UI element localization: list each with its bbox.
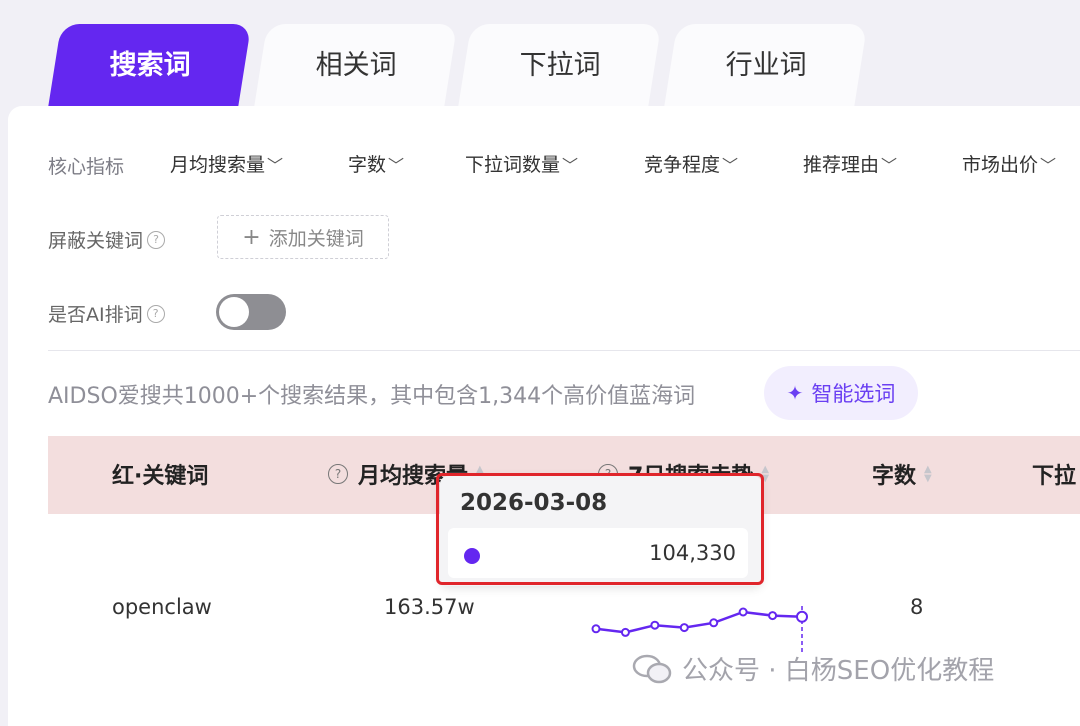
tab-label: 搜索词	[109, 49, 191, 81]
block-keywords-label: 屏蔽关键词 ?	[48, 226, 166, 253]
add-keyword-label: 添加关键词	[268, 227, 364, 250]
question-icon[interactable]: ?	[328, 464, 348, 484]
filter-char-count[interactable]: 字数 ﹀	[348, 150, 404, 177]
filter-label: 字数	[348, 154, 387, 176]
trend-point[interactable]	[620, 627, 630, 637]
filter-label: 下拉词数量	[465, 154, 561, 176]
sparkle-icon: ✦	[786, 381, 804, 405]
tab-search-words[interactable]: 搜索词	[48, 24, 252, 108]
core-metrics-label: 核心指标	[48, 150, 124, 180]
tab-related-words[interactable]: 相关词	[254, 24, 458, 108]
tab-label: 下拉词	[519, 49, 601, 81]
smart-select-label: 智能选词	[811, 382, 896, 406]
column-keyword: 红·关键词	[112, 458, 208, 490]
trend-point[interactable]	[768, 611, 778, 621]
filter-label: 市场出价	[962, 154, 1039, 176]
filter-label: 竞争程度	[644, 154, 721, 176]
smart-select-button[interactable]: ✦ 智能选词	[764, 366, 918, 420]
filter-dropdown-count[interactable]: 下拉词数量 ﹀	[465, 150, 578, 177]
toggle-knob	[219, 297, 249, 327]
cell-keyword[interactable]: openclaw	[112, 595, 212, 619]
column-char-count[interactable]: 字数 ▲ ▼	[872, 458, 932, 490]
chevron-down-icon: ﹀	[881, 155, 898, 175]
cell-char-count: 8	[910, 595, 924, 619]
trend-point[interactable]	[679, 623, 689, 633]
filter-market-bid[interactable]: 市场出价 ﹀	[962, 150, 1056, 177]
plus-icon: +	[242, 224, 261, 250]
tab-bar: 搜索词 相关词 下拉词 行业词	[0, 0, 1080, 110]
tab-dropdown-words[interactable]: 下拉词	[458, 24, 662, 108]
core-metrics-text: 核心指标	[48, 155, 125, 178]
divider	[48, 350, 1080, 351]
sort-icon[interactable]: ▲▼	[924, 465, 932, 484]
add-keyword-button[interactable]: + 添加关键词	[217, 215, 389, 259]
chevron-down-icon: ﹀	[388, 155, 405, 175]
block-keywords-text: 屏蔽关键词	[48, 230, 144, 252]
cell-monthly-search: 163.57w	[384, 595, 475, 619]
trend-point[interactable]	[650, 620, 660, 630]
ai-sort-text: 是否AI排词	[48, 304, 143, 326]
results-summary: AIDSO爱搜共1000+个搜索结果，其中包含1,344个高价值蓝海词	[48, 384, 696, 409]
tab-label: 相关词	[315, 49, 397, 81]
watermark: 公众号 · 白杨SEO优化教程	[632, 650, 994, 687]
wechat-icon	[632, 654, 672, 683]
trend-point[interactable]	[796, 610, 808, 623]
ai-sort-toggle[interactable]	[216, 294, 286, 330]
main-card	[8, 106, 1080, 726]
chevron-down-icon: ﹀	[267, 155, 284, 175]
chevron-down-icon: ﹀	[722, 155, 739, 175]
filter-monthly-search[interactable]: 月均搜索量 ﹀	[170, 150, 283, 177]
question-icon[interactable]: ?	[147, 230, 166, 249]
question-icon[interactable]: ?	[146, 304, 165, 323]
filter-reason[interactable]: 推荐理由 ﹀	[803, 150, 897, 177]
trend-point[interactable]	[738, 607, 748, 617]
trend-sparkline[interactable]	[580, 598, 820, 658]
trend-point[interactable]	[709, 618, 719, 628]
chevron-down-icon: ﹀	[562, 155, 579, 175]
column-label: 字数	[872, 464, 917, 489]
filter-label: 推荐理由	[803, 154, 880, 176]
highlight-box	[436, 473, 764, 585]
column-label: 下拉	[1032, 464, 1077, 489]
filter-competition[interactable]: 竞争程度 ﹀	[644, 150, 738, 177]
tab-industry-words[interactable]: 行业词	[664, 24, 868, 108]
column-dropdown[interactable]: 下拉	[1032, 458, 1076, 490]
trend-point[interactable]	[591, 624, 601, 634]
watermark-text: 公众号 · 白杨SEO优化教程	[682, 656, 995, 686]
filter-label: 月均搜索量	[170, 154, 266, 176]
chevron-down-icon: ﹀	[1040, 155, 1057, 175]
column-label: 红·关键词	[112, 464, 209, 489]
ai-sort-label: 是否AI排词 ?	[48, 300, 165, 327]
tab-label: 行业词	[725, 49, 807, 81]
